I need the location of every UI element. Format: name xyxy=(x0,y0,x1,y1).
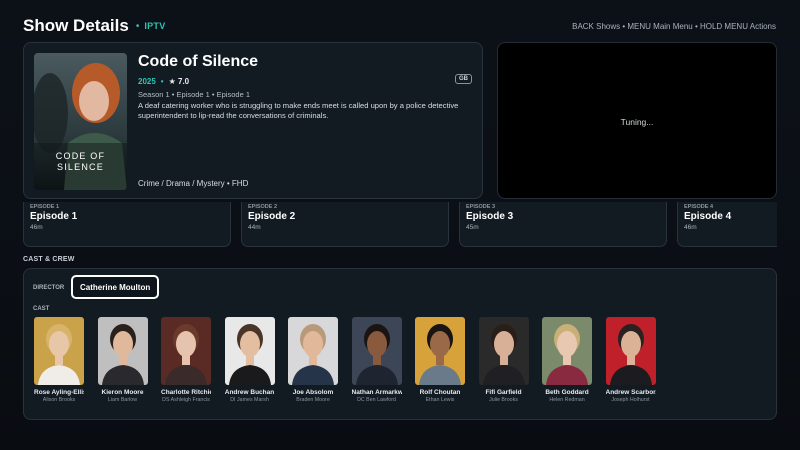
cast-member-card[interactable]: Rose Ayling-Ellis Alison Brooks xyxy=(34,317,84,403)
character-name: DC Ben Lawford xyxy=(357,397,396,403)
episode-duration: 46m xyxy=(30,224,43,231)
director-label: DIRECTOR xyxy=(33,285,65,291)
portrait-image xyxy=(605,317,656,385)
cast-photo xyxy=(34,317,84,385)
poster-image: CODE OF SILENCE xyxy=(34,53,127,190)
cast-label: CAST xyxy=(33,306,50,312)
actor-name: Rolf Choutan xyxy=(419,389,461,396)
show-synopsis: A deaf catering worker who is struggling… xyxy=(138,101,459,120)
page-title: Show Details xyxy=(23,16,129,35)
episode-duration: 46m xyxy=(684,224,697,231)
cast-photo xyxy=(224,317,275,385)
cast-photo xyxy=(478,317,529,385)
cast-photo xyxy=(351,317,402,385)
cast-photo xyxy=(542,317,592,385)
cast-member-card[interactable]: Fifi Garfield Julie Brooks xyxy=(478,317,529,403)
cast-member-card[interactable]: Kieron Moore Liam Barlow xyxy=(97,317,148,403)
actor-name: Fifi Garfield xyxy=(485,389,522,396)
episode-label: EPISODE 4 xyxy=(684,204,714,210)
portrait-image xyxy=(351,317,402,385)
character-name: DS Ashleigh Francis xyxy=(162,397,210,403)
remote-hints: BACK Shows • MENU Main Menu • HOLD MENU … xyxy=(572,21,776,31)
source-badge: IPTV xyxy=(144,21,166,31)
character-name: Braden Moore xyxy=(296,397,330,403)
cast-list: Rose Ayling-Ellis Alison Brooks Kieron Moo… xyxy=(34,317,656,403)
actor-name: Andrew Scarbor... xyxy=(605,389,656,396)
character-name: Joseph Holhurst xyxy=(611,397,650,403)
actor-name: Beth Goddard xyxy=(545,389,589,396)
show-year: 2025 xyxy=(138,77,156,86)
character-name: Ethan Lewis xyxy=(425,397,455,403)
cast-member-card[interactable]: Rolf Choutan Ethan Lewis xyxy=(415,317,465,403)
cast-member-card[interactable]: Andrew Scarbor... Joseph Holhurst xyxy=(605,317,656,403)
country-badge: GB xyxy=(455,74,472,84)
episode-info: Season 1 • Episode 1 • Episode 1 xyxy=(138,90,250,99)
show-genres: Crime / Drama / Mystery • FHD xyxy=(138,179,249,188)
cast-member-card[interactable]: Beth Goddard Helen Redman xyxy=(542,317,592,403)
portrait-image xyxy=(224,317,275,385)
episode-card-4[interactable]: EPISODE 4 Episode 4 46m xyxy=(677,202,777,247)
cast-crew-panel: DIRECTOR Catherine Moulton CAST Rose Ayl… xyxy=(23,268,777,420)
character-name: Liam Barlow xyxy=(107,397,138,403)
portrait-image xyxy=(161,317,211,385)
cast-member-card[interactable]: Joe Absolom Braden Moore xyxy=(288,317,338,403)
portrait-image xyxy=(478,317,529,385)
episode-list: EPISODE 1 Episode 1 46m EPISODE 2 Episod… xyxy=(23,202,777,248)
cast-photo xyxy=(97,317,148,385)
cast-photo xyxy=(161,317,211,385)
episode-card-3[interactable]: EPISODE 3 Episode 3 45m xyxy=(459,202,667,247)
poster-title-line2: SILENCE xyxy=(57,162,104,172)
episode-label: EPISODE 1 xyxy=(30,204,60,210)
actor-name: Nathan Armarkw... xyxy=(351,389,402,396)
episode-duration: 45m xyxy=(466,224,479,231)
actor-name: Kieron Moore xyxy=(101,389,144,396)
show-rating: ★ 7.0 xyxy=(168,77,190,86)
show-meta: 2025 • ★ 7.0 xyxy=(138,77,189,86)
character-name: Helen Redman xyxy=(549,397,585,403)
episode-duration: 44m xyxy=(248,224,261,231)
show-title: Code of Silence xyxy=(138,53,259,70)
character-name: DI James Marsh xyxy=(230,397,269,403)
portrait-image xyxy=(415,317,465,385)
cast-member-card[interactable]: Charlotte Ritchie DS Ashleigh Francis xyxy=(161,317,211,403)
episode-card-1[interactable]: EPISODE 1 Episode 1 46m xyxy=(23,202,231,247)
cast-photo xyxy=(415,317,465,385)
portrait-image xyxy=(288,317,338,385)
cast-crew-heading: CAST & CREW xyxy=(23,256,75,263)
header: Show Details • IPTV BACK Shows • MENU Ma… xyxy=(23,14,776,38)
actor-name: Joe Absolom xyxy=(292,389,334,396)
meta-separator-dot: • xyxy=(160,77,164,86)
portrait-image xyxy=(97,317,148,385)
episode-title: Episode 2 xyxy=(248,211,296,222)
preview-status: Tuning... xyxy=(620,117,654,127)
character-name: Julie Brooks xyxy=(489,397,518,403)
cast-member-card[interactable]: Andrew Buchan DI James Marsh xyxy=(224,317,275,403)
portrait-image xyxy=(34,317,84,385)
episode-title: Episode 1 xyxy=(30,211,78,222)
title-separator-dot: • xyxy=(135,20,140,32)
cast-photo xyxy=(288,317,338,385)
portrait-image xyxy=(542,317,592,385)
show-details-panel: CODE OF SILENCE Code of Silence 2025 • ★… xyxy=(23,42,483,199)
episode-title: Episode 4 xyxy=(684,211,732,222)
actor-name: Charlotte Ritchie xyxy=(161,389,211,396)
cast-photo xyxy=(605,317,656,385)
poster-title-line1: CODE OF xyxy=(56,151,105,161)
actor-name: Rose Ayling-Ellis xyxy=(34,389,84,396)
actor-name: Andrew Buchan xyxy=(224,389,275,396)
director-button[interactable]: Catherine Moulton xyxy=(71,275,160,299)
episode-label: EPISODE 2 xyxy=(248,204,278,210)
episode-label: EPISODE 3 xyxy=(466,204,496,210)
video-preview[interactable]: Tuning... xyxy=(497,42,777,199)
show-poster: CODE OF SILENCE xyxy=(34,53,127,190)
episode-card-2[interactable]: EPISODE 2 Episode 2 44m xyxy=(241,202,449,247)
episode-title: Episode 3 xyxy=(466,211,514,222)
cast-member-card[interactable]: Nathan Armarkw...DC Ben Lawford xyxy=(351,317,402,403)
character-name: Alison Brooks xyxy=(42,397,76,403)
